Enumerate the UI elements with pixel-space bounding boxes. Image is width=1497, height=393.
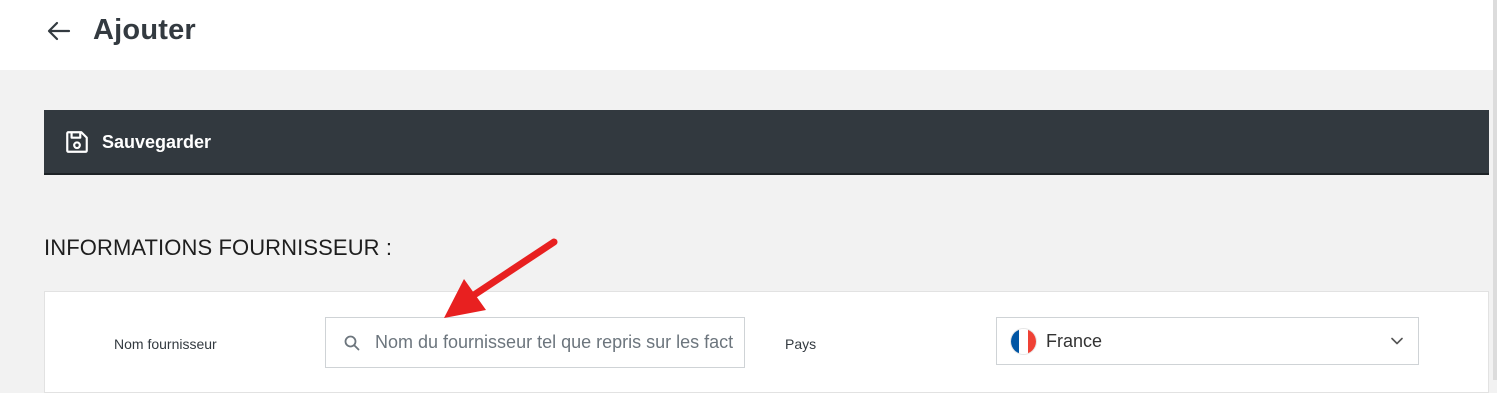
- supplier-name-label: Nom fournisseur: [114, 336, 217, 352]
- arrow-left-icon: [47, 21, 71, 41]
- country-value: France: [1046, 330, 1103, 351]
- annotation-arrow-icon: [444, 238, 558, 318]
- top-bar: Ajouter: [0, 0, 1497, 70]
- save-button[interactable]: Sauvegarder: [64, 128, 211, 156]
- france-flag-icon: [1011, 328, 1036, 354]
- supplier-info-card: Nom fournisseur Pays France: [44, 291, 1489, 393]
- save-label: Sauvegarder: [102, 131, 212, 152]
- back-button[interactable]: [44, 17, 74, 45]
- country-label: Pays: [785, 336, 817, 352]
- action-toolbar: Sauvegarder: [44, 110, 1489, 175]
- search-icon: [343, 334, 361, 352]
- country-select[interactable]: France: [996, 317, 1419, 365]
- scroll-edge: [1493, 0, 1497, 380]
- page-title: Ajouter: [93, 14, 196, 46]
- section-title: INFORMATIONS FOURNISSEUR :: [44, 235, 393, 260]
- floppy-disk-icon: [66, 131, 88, 153]
- chevron-down-icon: [1390, 334, 1404, 348]
